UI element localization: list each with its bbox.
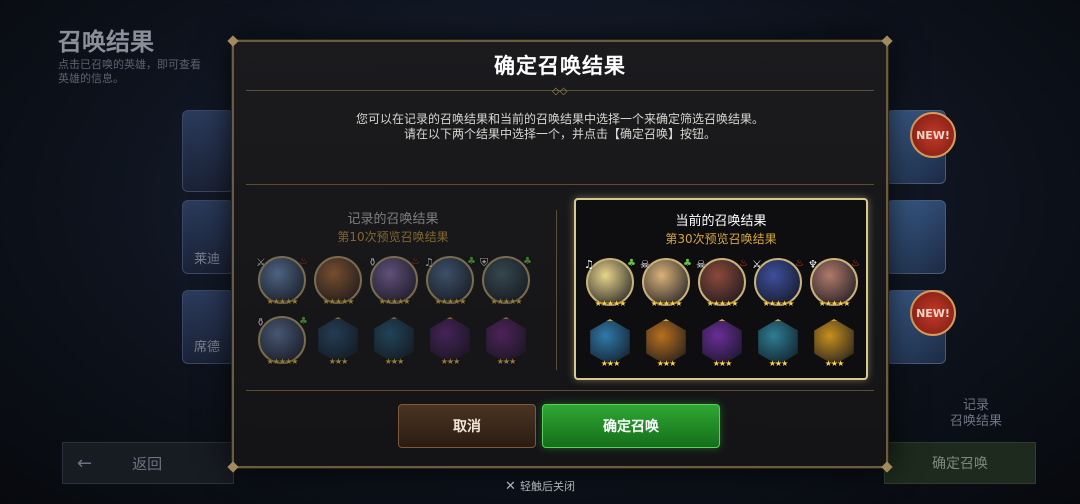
new-badge: NEW! (910, 112, 956, 158)
earth-attribute-icon: ♣ (523, 256, 532, 267)
music-icon: ♫ (584, 258, 594, 271)
star-rating: ★★★ (328, 357, 349, 366)
back-arrow-icon: ← (77, 452, 93, 474)
star-rating: ★★★★★ (266, 297, 299, 306)
item-icon[interactable]: ★★★ (480, 314, 532, 366)
cup-icon: ⚱ (256, 316, 266, 329)
star-rating: ★★★★★ (706, 299, 739, 308)
result-grid: ♫ ♣ ★★★★★ ☠ ♣ ★★★★★ ☠ ♨ ★★★★★ ⚔ ♨ ★★★★★ ♆ ♨ ★★★★★ ★★★ ★★… (584, 256, 860, 368)
bottom-divider (246, 390, 874, 391)
record-summon-button[interactable]: 记录 召唤结果 (950, 398, 1002, 430)
fire-attribute-icon: ♨ (299, 256, 308, 267)
earth-attribute-icon: ♣ (299, 316, 308, 327)
message-line: 请在以下两个结果中选择一个，并点击【确定召唤】按钮。 (403, 127, 716, 141)
item-icon[interactable]: ★★★ (584, 316, 636, 368)
result-grid: ⚔ ♨ ★★★★★ ★★★★★ ⚱ ♨ ★★★★★ ♫ ♣ ★★★★★ ⛨ ♣ ★★★★★ ⚱ ♣ ★★★★★… (256, 254, 532, 366)
dialog-message: 您可以在记录的召唤结果和当前的召唤结果中选择一个来确定筛选召唤结果。 请在以下两… (234, 112, 886, 142)
sword-icon: ⚔ (752, 258, 762, 271)
panel-subheading: 第10次预览召唤结果 (337, 230, 449, 244)
star-rating: ★★★ (384, 357, 405, 366)
confirm-summon-dialog: 确定召唤结果 ◇◇ 您可以在记录的召唤结果和当前的召唤结果中选择一个来确定筛选召… (227, 35, 893, 473)
fire-attribute-icon: ♨ (739, 258, 748, 269)
item-icon[interactable]: ★★★ (312, 314, 364, 366)
skull-icon: ☠ (696, 258, 706, 271)
divider-ornament-icon: ◇◇ (552, 86, 568, 97)
item-icon[interactable]: ★★★ (424, 314, 476, 366)
bg-hero-card (182, 110, 234, 192)
hero-portrait[interactable]: ♫ ♣ ★★★★★ (424, 254, 476, 306)
hero-portrait[interactable]: ☠ ♨ ★★★★★ (696, 256, 748, 308)
star-rating: ★★★ (440, 357, 461, 366)
star-rating: ★★★ (656, 359, 677, 368)
horn-icon: ♆ (808, 258, 818, 271)
item-icon[interactable]: ★★★ (808, 316, 860, 368)
hero-portrait[interactable]: ⚱ ♣ ★★★★★ (256, 314, 308, 366)
star-rating: ★★★ (712, 359, 733, 368)
panel-divider (556, 210, 557, 370)
message-line: 您可以在记录的召唤结果和当前的召唤结果中选择一个来确定筛选召唤结果。 (355, 112, 764, 126)
star-rating: ★★★★★ (434, 297, 467, 306)
star-rating: ★★★ (768, 359, 789, 368)
hero-portrait[interactable]: ⛨ ♣ ★★★★★ (480, 254, 532, 306)
star-rating: ★★★★★ (266, 357, 299, 366)
close-hint-label: 轻触后关闭 (519, 480, 575, 493)
earth-attribute-icon: ♣ (467, 256, 476, 267)
cancel-button[interactable]: 取消 (398, 404, 536, 448)
star-rating: ★★★★★ (762, 299, 795, 308)
bg-card-label: 席德 (194, 340, 221, 355)
bg-card-label: 莱迪 (194, 252, 221, 267)
current-result-panel[interactable]: 当前的召唤结果 第30次预览召唤结果 ♫ ♣ ★★★★★ ☠ ♣ ★★★★★ ☠ ♨ ★★★★★… (574, 198, 868, 380)
new-badge: NEW! (910, 290, 956, 336)
hero-portrait[interactable]: ♆ ♨ ★★★★★ (808, 256, 860, 308)
hero-portrait[interactable]: ♫ ♣ ★★★★★ (584, 256, 636, 308)
shield-icon: ⛨ (480, 256, 489, 269)
back-label: 返回 (132, 454, 163, 473)
music-icon: ♫ (424, 256, 434, 269)
earth-attribute-icon: ♣ (683, 258, 692, 269)
bg-hero-card (886, 200, 946, 274)
fire-attribute-icon: ♨ (795, 258, 804, 269)
recorded-result-panel[interactable]: 记录的召唤结果 第10次预览召唤结果 ⚔ ♨ ★★★★★ ★★★★★ ⚱ ♨ ★★★★★ ♫ ♣… (248, 198, 538, 376)
panel-subheading: 第30次预览召唤结果 (665, 232, 777, 246)
star-rating: ★★★ (600, 359, 621, 368)
close-hint[interactable]: ✕ 轻触后关闭 (0, 478, 1080, 494)
hero-portrait[interactable]: ★★★★★ (312, 254, 364, 306)
star-rating: ★★★★★ (322, 297, 355, 306)
cup-icon: ⚱ (368, 256, 378, 269)
close-icon: ✕ (505, 479, 516, 494)
section-divider (246, 184, 874, 185)
bg-page-title: 召唤结果 (58, 28, 154, 56)
hero-portrait[interactable]: ⚱ ♨ ★★★★★ (368, 254, 420, 306)
hero-portrait[interactable]: ☠ ♣ ★★★★★ (640, 256, 692, 308)
star-rating: ★★★★★ (594, 299, 627, 308)
panel-heading: 记录的召唤结果 (347, 212, 439, 227)
star-rating: ★★★ (824, 359, 845, 368)
dialog-title: 确定召唤结果 (494, 54, 626, 78)
star-rating: ★★★ (496, 357, 517, 366)
item-icon[interactable]: ★★★ (752, 316, 804, 368)
sword-icon: ⚔ (256, 256, 266, 269)
star-rating: ★★★★★ (378, 297, 411, 306)
fire-attribute-icon: ♨ (851, 258, 860, 269)
star-rating: ★★★★★ (490, 297, 523, 306)
star-rating: ★★★★★ (650, 299, 683, 308)
confirm-summon-button[interactable]: 确定召唤 (542, 404, 720, 448)
item-icon[interactable]: ★★★ (368, 314, 420, 366)
star-rating: ★★★★★ (818, 299, 851, 308)
item-icon[interactable]: ★★★ (696, 316, 748, 368)
earth-attribute-icon: ♣ (627, 258, 636, 269)
hero-portrait[interactable]: ⚔ ♨ ★★★★★ (752, 256, 804, 308)
item-icon[interactable]: ★★★ (640, 316, 692, 368)
hero-portrait[interactable]: ⚔ ♨ ★★★★★ (256, 254, 308, 306)
bg-page-description: 点击已召唤的英雄，即可查看英雄的信息。 (58, 58, 201, 85)
panel-heading: 当前的召唤结果 (675, 214, 767, 229)
skull-icon: ☠ (640, 258, 650, 271)
fire-attribute-icon: ♨ (411, 256, 420, 267)
